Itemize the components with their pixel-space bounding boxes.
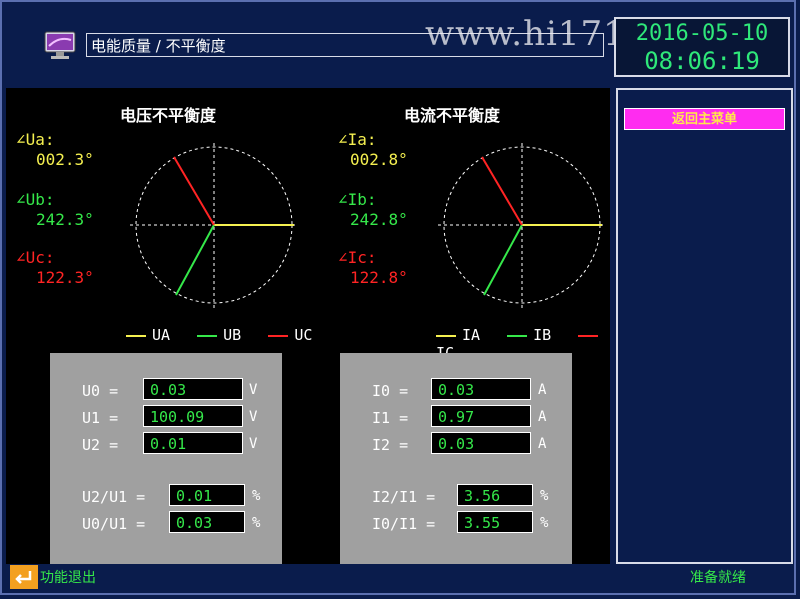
ub-phasor	[175, 224, 215, 296]
u2-unit: V	[249, 436, 258, 452]
u2-label: U2 =	[82, 436, 119, 454]
u0u1-unit: %	[252, 515, 261, 531]
u2-value: 0.01	[143, 432, 243, 454]
ib-label: ∠Ib:	[338, 190, 377, 209]
main-panel: 电压不平衡度 ∠Ua: 002.3° ∠Ub: 242.3° ∠Uc: 122.…	[6, 88, 610, 564]
clock-date: 2016-05-10	[635, 21, 769, 46]
i2-value: 0.03	[431, 432, 531, 454]
i0i1-value: 3.55	[457, 511, 533, 533]
u2u1-value: 0.01	[169, 484, 245, 506]
ia-value: 002.8°	[350, 150, 408, 169]
u1-label: U1 =	[82, 409, 119, 427]
u0-value: 0.03	[143, 378, 243, 400]
uc-phasor	[173, 156, 215, 226]
current-phasor-diagram	[438, 143, 606, 309]
u1-value: 100.09	[143, 405, 243, 427]
u1-unit: V	[249, 409, 258, 425]
exit-function-label[interactable]: 功能退出	[40, 567, 96, 587]
ua-label: ∠Ua:	[16, 130, 55, 149]
ub-label: ∠Ub:	[16, 190, 55, 209]
voltage-legend: UA UB UC	[126, 326, 312, 344]
current-title: 电流不平衡度	[404, 106, 501, 125]
i0-label: I0 =	[372, 382, 409, 400]
i2-label: I2 =	[372, 436, 409, 454]
i1-unit: A	[538, 409, 547, 425]
i2i1-label: I2/I1 =	[372, 488, 436, 506]
ib-phasor	[483, 224, 523, 296]
voltage-title: 电压不平衡度	[120, 106, 217, 125]
monitor-icon	[44, 31, 76, 59]
uc-label: ∠Uc:	[16, 248, 55, 267]
i2i1-value: 3.56	[457, 484, 533, 506]
legend-ub: UB	[223, 326, 242, 344]
exit-icon[interactable]	[10, 565, 38, 589]
current-values-panel: I0 = 0.03 A I1 = 0.97 A I2 = 0.03 A I2/I…	[340, 353, 572, 564]
u0u1-label: U0/U1 =	[82, 515, 146, 533]
sidebar: 返回主菜单	[616, 88, 793, 564]
clock-time: 08:06:19	[644, 47, 760, 75]
voltage-values-panel: U0 = 0.03 V U1 = 100.09 V U2 = 0.01 V U2…	[50, 353, 282, 564]
i1-value: 0.97	[431, 405, 531, 427]
ic-label: ∠Ic:	[338, 248, 377, 267]
legend-ua: UA	[152, 326, 171, 344]
ic-value: 122.8°	[350, 268, 408, 287]
ub-value: 242.3°	[36, 210, 94, 229]
u0-label: U0 =	[82, 382, 119, 400]
i2i1-unit: %	[540, 488, 549, 504]
u0-unit: V	[249, 382, 258, 398]
u2u1-unit: %	[252, 488, 261, 504]
i0i1-label: I0/I1 =	[372, 515, 436, 533]
u0u1-value: 0.03	[169, 511, 245, 533]
ib-value: 242.8°	[350, 210, 408, 229]
ic-phasor	[481, 156, 523, 226]
legend-uc: UC	[294, 326, 313, 344]
legend-ia: IA	[462, 326, 481, 344]
uc-value: 122.3°	[36, 268, 94, 287]
i0i1-unit: %	[540, 515, 549, 531]
ready-status: 准备就绪	[690, 570, 746, 586]
legend-ib: IB	[533, 326, 552, 344]
voltage-phasor-diagram	[130, 143, 298, 309]
clock: 2016-05-10 08:06:19	[614, 17, 790, 77]
i2-unit: A	[538, 436, 547, 452]
return-main-menu-button[interactable]: 返回主菜单	[624, 108, 785, 130]
ua-value: 002.3°	[36, 150, 94, 169]
u2u1-label: U2/U1 =	[82, 488, 146, 506]
ia-label: ∠Ia:	[338, 130, 377, 149]
i0-unit: A	[538, 382, 547, 398]
i1-label: I1 =	[372, 409, 409, 427]
i0-value: 0.03	[431, 378, 531, 400]
